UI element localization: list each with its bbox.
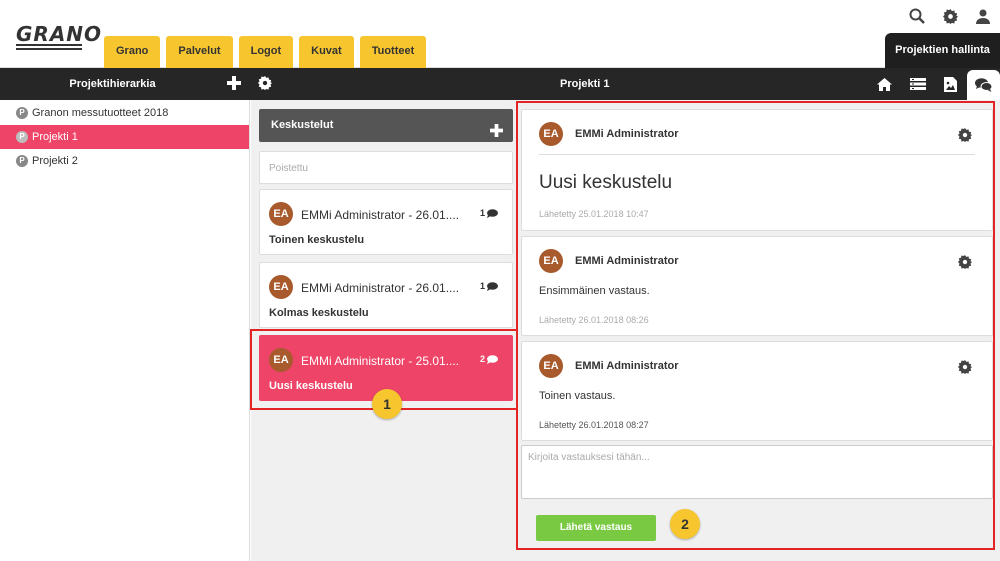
callout-marker-1: 1 (372, 389, 402, 419)
highlight-overlay (250, 101, 995, 550)
callout-marker-2: 2 (670, 509, 700, 539)
highlight-box-2 (516, 101, 995, 550)
